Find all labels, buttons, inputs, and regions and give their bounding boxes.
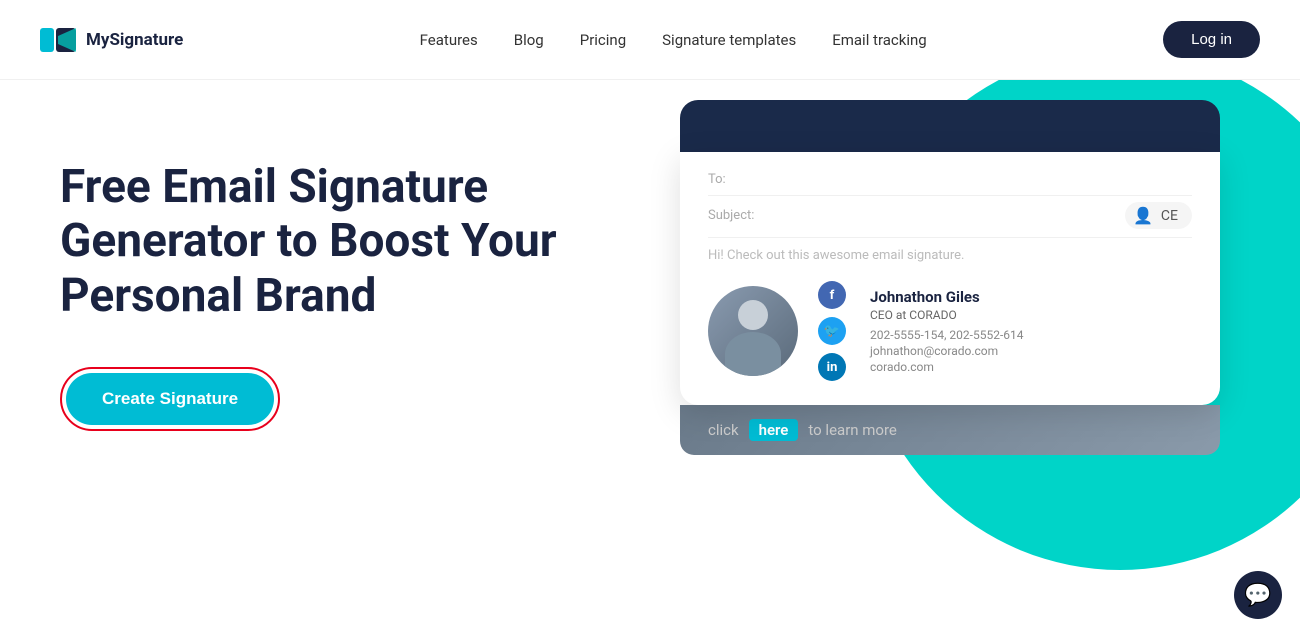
main-nav: Features Blog Pricing Signature template… [420,31,927,49]
signature-phone: 202-5555-154, 202-5552-614 [870,328,1024,342]
twitter-icon: 🐦 [818,317,846,345]
chat-icon: 💬 [1244,583,1271,608]
cta-text1: click [708,421,739,439]
nav-pricing[interactable]: Pricing [580,31,626,49]
hero-section: Free Email Signature Generator to Boost … [0,80,650,471]
email-to-field: To: [708,172,1192,196]
email-subject-label: Subject: [708,208,754,223]
avatar-initials: CE [1161,208,1178,224]
email-card: To: Subject: 👤 CE Hi! Check out this awe… [680,152,1220,405]
person-head [738,300,768,330]
signature-block: f 🐦 in Johnathon Giles CEO at CORADO 202… [708,281,1192,381]
nav-blog[interactable]: Blog [514,31,544,49]
facebook-icon: f [818,281,846,309]
person-body [725,332,781,376]
linkedin-icon: in [818,353,846,381]
signature-photo [708,286,798,376]
nav-features[interactable]: Features [420,31,478,49]
device-header-bar [680,100,1220,152]
signature-email: johnathon@corado.com [870,344,1024,358]
hero-title: Free Email Signature Generator to Boost … [60,160,590,323]
signature-title: CEO at CORADO [870,308,1024,322]
signature-social-icons: f 🐦 in [818,281,846,381]
signature-name: Johnathon Giles [870,288,1024,306]
create-signature-wrapper: Create Signature [60,367,280,431]
signature-website: corado.com [870,360,1024,374]
logo-text: MySignature [86,30,183,50]
nav-email-tracking[interactable]: Email tracking [832,31,927,49]
cta-text2: to learn more [808,421,897,439]
email-subject-row: Subject: 👤 CE [708,202,1192,238]
nav-signature-templates[interactable]: Signature templates [662,31,796,49]
person-icon: 👤 [1133,206,1153,225]
device-mockup: To: Subject: 👤 CE Hi! Check out this awe… [680,100,1220,455]
avatar-chip: 👤 CE [1125,202,1192,229]
main-content: Free Email Signature Generator to Boost … [0,80,1300,637]
header: MySignature Features Blog Pricing Signat… [0,0,1300,80]
cta-here: here [749,419,799,441]
chat-bubble-button[interactable]: 💬 [1234,571,1282,619]
logo-icon [40,22,76,58]
cta-bar: click here to learn more [680,405,1220,455]
logo-area[interactable]: MySignature [40,22,183,58]
login-button[interactable]: Log in [1163,21,1260,58]
email-body-text: Hi! Check out this awesome email signatu… [708,248,1192,263]
hero-right: To: Subject: 👤 CE Hi! Check out this awe… [650,80,1300,637]
create-signature-button[interactable]: Create Signature [66,373,274,425]
signature-info: Johnathon Giles CEO at CORADO 202-5555-1… [870,288,1024,374]
